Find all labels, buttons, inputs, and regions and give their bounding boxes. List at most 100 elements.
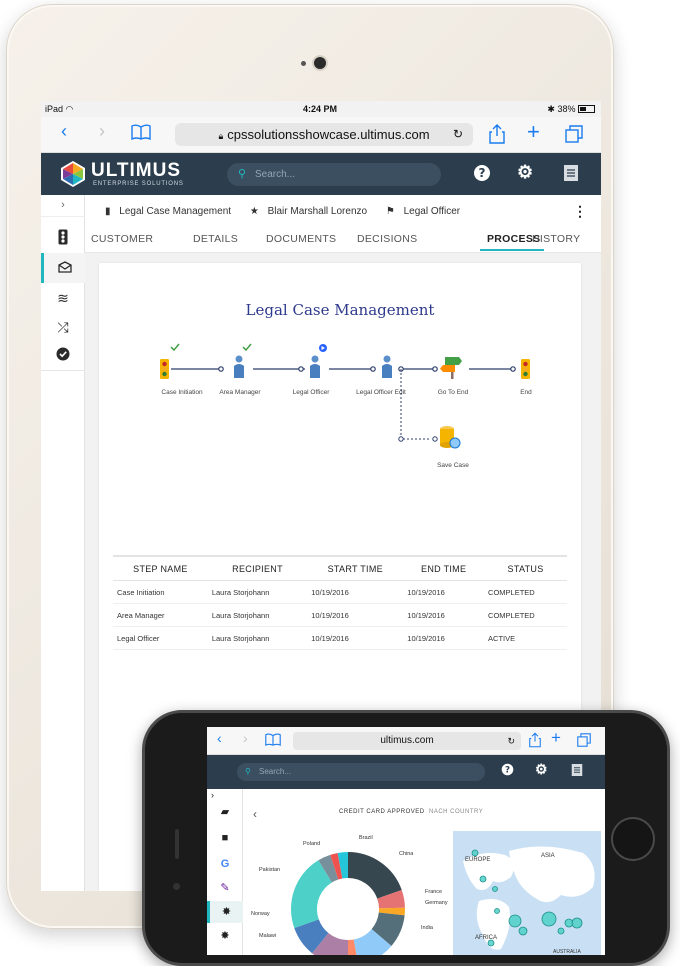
left-sidebar: › ≋ ⤮ — [41, 195, 85, 891]
lock-icon: 🔒︎ — [218, 131, 224, 141]
svg-text:?: ? — [505, 765, 510, 775]
menu-icon[interactable] — [571, 763, 583, 780]
node-label: Save Case — [437, 462, 469, 469]
help-icon[interactable]: ? — [473, 164, 491, 187]
tabs-icon[interactable] — [565, 125, 583, 148]
search-input[interactable]: ⚲ Search... — [227, 163, 441, 186]
new-tab-icon[interactable]: + — [551, 728, 561, 748]
sidebar-divider — [41, 370, 85, 371]
tab-history[interactable]: HISTORY — [532, 233, 580, 245]
column-header[interactable]: RECIPIENT — [207, 555, 308, 581]
ultimus-app-icon[interactable]: ✸ — [207, 901, 243, 923]
url-text: cpssolutionsshowcase.ultimus.com — [227, 127, 430, 142]
ultimus-app-icon-2[interactable]: ✸ — [207, 925, 243, 947]
settings-icon[interactable]: ⚙ — [535, 761, 548, 778]
process-diagram — [160, 343, 530, 449]
column-header[interactable]: STATUS — [484, 555, 567, 581]
back-icon[interactable]: ‹ — [253, 807, 257, 821]
folder-icon[interactable]: ■ — [207, 827, 243, 849]
tab-customer[interactable]: CUSTOMER — [91, 233, 153, 245]
world-map[interactable]: EUROPE ASIA AFRICA AUSTRALIA — [453, 831, 601, 955]
node-go-to-end-icon[interactable] — [440, 357, 462, 379]
wifi-icon: ◠ — [65, 104, 74, 114]
cell-status: COMPLETED — [484, 603, 567, 627]
reload-icon[interactable]: ↻ — [507, 732, 515, 750]
forward-icon[interactable]: › — [243, 730, 248, 746]
slice-label: Poland — [303, 841, 321, 847]
slice-label: Pakistan — [259, 867, 281, 873]
inbox-icon[interactable] — [41, 253, 85, 283]
table-row[interactable]: Case Initiation Laura Storjohann 10/19/2… — [113, 580, 567, 604]
folder-open-icon[interactable]: ▰ — [207, 801, 243, 823]
iphone-speaker — [175, 829, 179, 859]
phone-left-sidebar: › ▰ ■ G ✎ ✸ ✸ — [207, 789, 243, 955]
node-label: Case Initiation — [161, 389, 203, 396]
search-icon: ⚲ — [245, 767, 251, 776]
node-legal-officer-edit-icon[interactable] — [382, 355, 392, 379]
shuffle-icon[interactable]: ⤮ — [41, 312, 85, 342]
status-bar: iPad ◠ 4:24 PM ✱ 38% — [41, 101, 601, 117]
tabs-icon[interactable] — [577, 733, 591, 750]
url-text: ultimus.com — [380, 735, 434, 746]
new-tab-icon[interactable]: + — [527, 119, 540, 145]
node-legal-officer-icon[interactable] — [310, 344, 327, 378]
bookmarks-icon[interactable] — [265, 733, 281, 749]
url-bar[interactable]: ultimus.com ↻ — [293, 732, 521, 750]
status-battery: ✱ 38% — [547, 104, 595, 115]
iphone-device: ‹ › ultimus.com ↻ + ⚲ Search... ? ⚙ › ▰ … — [142, 710, 670, 966]
column-header[interactable]: END TIME — [403, 555, 485, 581]
table-row[interactable]: Legal Officer Laura Storjohann 10/19/201… — [113, 626, 567, 650]
share-icon[interactable] — [529, 732, 541, 751]
more-options-icon[interactable]: ⋮ — [573, 203, 587, 220]
column-header[interactable]: START TIME — [307, 555, 404, 581]
column-header[interactable]: STEP NAME — [113, 555, 208, 581]
process-name: Legal Case Management — [119, 206, 232, 217]
expand-sidebar-icon[interactable]: › — [41, 195, 85, 217]
reload-icon[interactable]: ↻ — [453, 123, 463, 146]
tab-decisions[interactable]: DECISIONS — [357, 233, 417, 245]
ultimus-logo-icon — [61, 161, 85, 187]
node-label: Go To End — [437, 389, 469, 396]
slice-label: India — [421, 925, 433, 931]
traffic-light-icon[interactable] — [41, 225, 85, 255]
slice-label: France — [425, 889, 443, 895]
browser-toolbar: ‹ › 🔒︎ cpssolutionsshowcase.ultimus.com ↻… — [41, 117, 601, 153]
tab-documents[interactable]: DOCUMENTS — [266, 233, 336, 245]
svg-text:?: ? — [479, 166, 486, 180]
bookmarks-icon[interactable] — [131, 124, 151, 144]
map-label: ASIA — [541, 853, 555, 859]
share-icon[interactable] — [489, 124, 505, 149]
check-circle-icon[interactable] — [41, 341, 85, 371]
cell-recipient: Laura Storjohann — [207, 603, 308, 627]
google-icon[interactable]: G — [207, 853, 243, 875]
layers-icon[interactable]: ≋ — [41, 283, 85, 313]
node-label: Area Manager — [219, 389, 261, 396]
back-icon[interactable]: ‹ — [61, 121, 67, 142]
battery-icon — [578, 105, 595, 113]
home-button[interactable] — [611, 817, 655, 861]
user-name: Blair Marshall Lorenzo — [267, 206, 368, 217]
node-save-case-icon[interactable] — [440, 426, 461, 449]
forward-icon[interactable]: › — [99, 121, 105, 142]
status-device: iPad ◠ — [45, 104, 74, 114]
search-input[interactable]: ⚲ Search... — [237, 763, 485, 781]
node-area-manager-icon[interactable] — [234, 343, 252, 378]
back-icon[interactable]: ‹ — [217, 730, 222, 746]
search-placeholder: Search... — [259, 767, 292, 776]
map-label: EUROPE — [465, 857, 491, 863]
donut-chart — [291, 852, 405, 955]
cell-step-name: Legal Officer — [113, 626, 208, 650]
menu-icon[interactable] — [563, 164, 579, 187]
table-row[interactable]: Area Manager Laura Storjohann 10/19/2016… — [113, 603, 567, 627]
brand-subtitle: ENTERPRISE SOLUTIONS — [93, 181, 184, 187]
settings-icon[interactable]: ⚙ — [517, 162, 533, 183]
help-icon[interactable]: ? — [501, 763, 514, 779]
analytics-icon[interactable]: ✎ — [207, 877, 243, 899]
node-end-icon[interactable] — [521, 359, 530, 379]
brand-name: ULTIMUS — [91, 160, 182, 181]
url-bar[interactable]: 🔒︎ cpssolutionsshowcase.ultimus.com ↻ — [175, 123, 473, 146]
node-case-initiation-icon[interactable] — [160, 343, 180, 379]
slice-label: Germany — [425, 900, 448, 906]
cell-step-name: Area Manager — [113, 603, 208, 627]
tab-details[interactable]: DETAILS — [193, 233, 238, 245]
